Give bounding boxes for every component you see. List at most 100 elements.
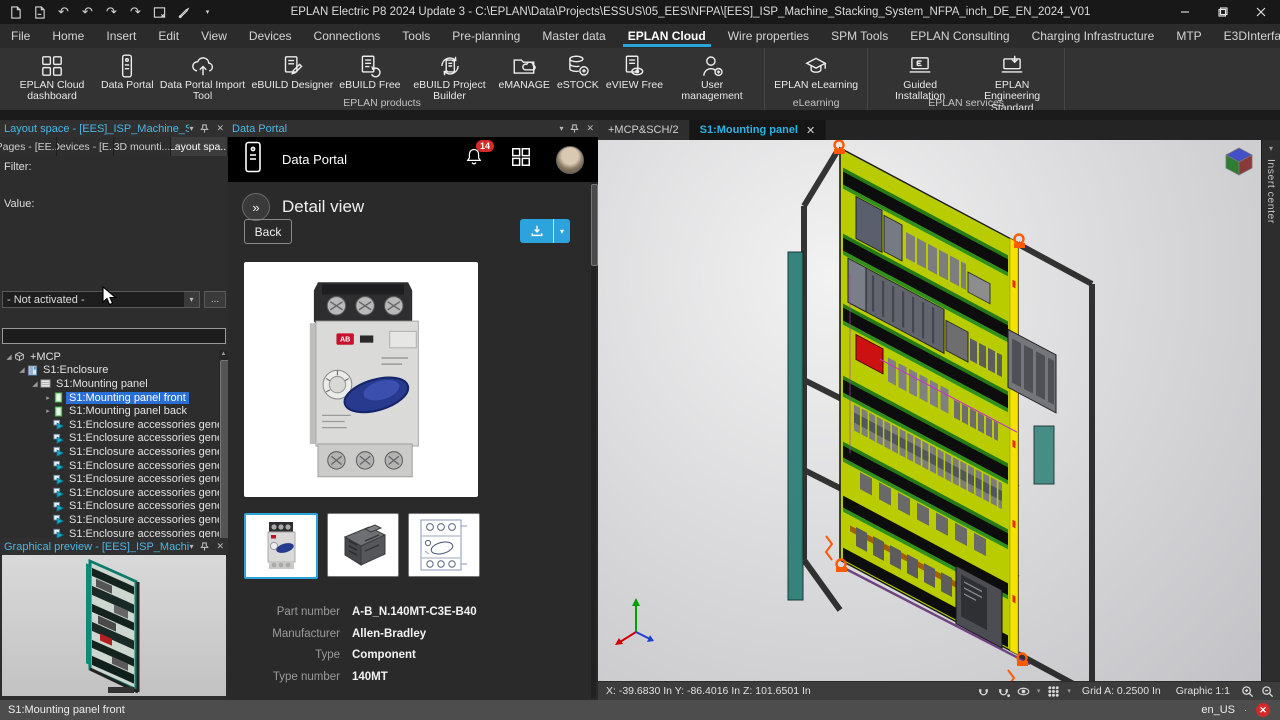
layer-visibility-icon[interactable] — [1017, 685, 1030, 698]
menu-tab[interactable]: EPLAN Cloud — [617, 24, 717, 48]
tree-item[interactable]: S1:Enclosure accessories general — [0, 432, 219, 446]
download-icon[interactable] — [520, 219, 554, 243]
menu-tab[interactable]: View — [190, 24, 238, 48]
chevron-down-icon[interactable]: ▾ — [184, 292, 199, 307]
ribbon-button[interactable]: Data Portal — [98, 51, 157, 104]
ribbon-button[interactable]: EPLAN Cloud dashboard — [6, 51, 98, 104]
close-button[interactable] — [1242, 0, 1280, 24]
viewport-tab[interactable]: S1:Mounting panel ✕ — [690, 120, 827, 140]
menu-tab[interactable]: Home — [41, 24, 95, 48]
open-page-icon[interactable] — [32, 5, 47, 20]
menu-tab[interactable]: Devices — [238, 24, 303, 48]
menu-tab[interactable]: Charging Infrastructure — [1021, 24, 1166, 48]
panel-menu-caret-icon[interactable]: ▾ — [189, 542, 193, 551]
menu-tab[interactable]: Insert — [95, 24, 147, 48]
tree-item[interactable]: S1:Enclosure accessories general — [0, 445, 219, 459]
download-split-button[interactable]: ▾ — [520, 219, 570, 243]
ribbon-button[interactable]: eSTOCK — [553, 51, 603, 104]
thumbnail-3d-model[interactable] — [327, 513, 399, 577]
tree-expander-icon[interactable]: ▸ — [43, 407, 53, 415]
tree-expander-icon[interactable]: ◢ — [17, 366, 27, 374]
preview-3d-thumbnail[interactable] — [2, 555, 226, 696]
filter-more-button[interactable]: ... — [204, 291, 226, 308]
language-indicator[interactable]: en_US — [1201, 704, 1235, 716]
scroll-up-icon[interactable]: ▲ — [219, 351, 228, 357]
menu-tab[interactable]: Master data — [531, 24, 616, 48]
value-input[interactable] — [2, 328, 226, 344]
snap-magnet-icon[interactable] — [977, 685, 990, 698]
tool-icon[interactable] — [176, 5, 191, 20]
close-panel-icon[interactable]: ✕ — [216, 123, 224, 134]
ribbon-button[interactable]: eMANAGE — [496, 51, 553, 104]
ribbon-button[interactable]: eBUILD Designer — [249, 51, 337, 104]
tree-item[interactable]: S1:Enclosure accessories general — [0, 472, 219, 486]
navigator-tab[interactable]: Layout spa... — [171, 137, 228, 156]
ribbon-button[interactable]: Data Portal Import Tool — [157, 51, 249, 104]
menu-tab[interactable]: Pre-planning — [441, 24, 531, 48]
menu-tab[interactable]: Edit — [147, 24, 190, 48]
collapse-detail-button[interactable]: » — [242, 193, 270, 221]
menu-tab[interactable]: EPLAN Consulting — [899, 24, 1020, 48]
tree-item[interactable]: S1:Enclosure accessories general — [0, 500, 219, 514]
toolbar-options-caret-icon[interactable]: ▾ — [200, 5, 215, 20]
thumbnail-drawing[interactable] — [408, 513, 480, 577]
tree-item[interactable]: ◢ +MCP — [0, 350, 219, 364]
tree-expander-icon[interactable]: ◢ — [4, 353, 14, 361]
zoom-in-icon[interactable] — [1241, 685, 1254, 698]
menu-tab[interactable]: MTP — [1165, 24, 1212, 48]
tree-item[interactable]: S1:Enclosure accessories general — [0, 459, 219, 473]
tree-item[interactable]: S1:Enclosure accessories general — [0, 486, 219, 500]
undo-list-icon[interactable]: ↶ — [56, 5, 71, 20]
pin-icon[interactable] — [200, 542, 209, 551]
tree-item[interactable]: ▸ S1:Mounting panel front — [0, 391, 219, 405]
user-avatar[interactable] — [556, 146, 584, 174]
undo-icon[interactable]: ↶ — [80, 5, 95, 20]
redo-icon[interactable]: ↷ — [104, 5, 119, 20]
message-error-icon[interactable]: ✕ — [1256, 703, 1270, 717]
ribbon-button[interactable]: EPLAN eLearning — [771, 51, 861, 92]
tree-item[interactable]: ▸ S1:Mounting panel back — [0, 404, 219, 418]
download-options-caret-icon[interactable]: ▾ — [554, 219, 570, 243]
menu-tab[interactable]: File — [0, 24, 41, 48]
menu-tab[interactable]: SPM Tools — [820, 24, 899, 48]
thumbnail-photo[interactable] — [244, 513, 318, 579]
menu-tab[interactable]: Wire properties — [717, 24, 820, 48]
expand-panel-caret-icon[interactable]: ▾ — [1269, 144, 1273, 153]
chevron-down-icon[interactable]: ▾ — [1037, 687, 1041, 695]
ribbon-button[interactable]: eBUILD Free — [336, 51, 403, 104]
grid-toggle-icon[interactable] — [1047, 685, 1060, 698]
menu-tab[interactable]: Connections — [303, 24, 392, 48]
close-panel-icon[interactable]: ✕ — [216, 541, 224, 552]
ribbon-button[interactable]: User management — [666, 51, 758, 104]
viewport-tab[interactable]: +MCP&SCH/2 ✕ — [598, 120, 690, 140]
pin-icon[interactable] — [200, 124, 209, 133]
3d-viewport[interactable] — [598, 140, 1262, 682]
ribbon-button[interactable]: eVIEW Free — [603, 51, 666, 104]
filter-dropdown[interactable]: - Not activated - ▾ — [2, 291, 200, 308]
back-button[interactable]: Back — [244, 219, 292, 244]
coordinate-box-icon[interactable] — [152, 5, 167, 20]
pin-icon[interactable] — [570, 124, 579, 133]
notifications-button[interactable]: 14 — [464, 147, 484, 172]
object-snap-icon[interactable] — [997, 685, 1010, 698]
navigator-tab[interactable]: Pages - [EE... — [0, 137, 57, 156]
menu-tab[interactable]: E3DInterface — [1213, 24, 1280, 48]
close-tab-icon[interactable]: ✕ — [806, 124, 815, 137]
tree-item[interactable]: S1:Enclosure accessories general — [0, 513, 219, 527]
apps-grid-icon[interactable] — [510, 146, 532, 173]
new-page-icon[interactable] — [8, 5, 23, 20]
zoom-out-icon[interactable] — [1261, 685, 1274, 698]
redo-list-icon[interactable]: ↷ — [128, 5, 143, 20]
tree-item[interactable]: ◢ S1:Enclosure — [0, 364, 219, 378]
restore-button[interactable] — [1204, 0, 1242, 24]
close-panel-icon[interactable]: ✕ — [586, 123, 594, 134]
tree-expander-icon[interactable]: ▸ — [43, 394, 53, 402]
navigator-tab[interactable]: 3D mounti... — [114, 137, 171, 156]
tree-item[interactable]: S1:Enclosure accessories general — [0, 418, 219, 432]
tree-expander-icon[interactable]: ◢ — [30, 380, 40, 388]
ribbon-button[interactable]: eBUILD Project Builder — [404, 51, 496, 104]
insert-center-collapsed-panel[interactable]: ▾ Insert center — [1261, 140, 1280, 682]
tree-item[interactable]: ◢ S1:Mounting panel — [0, 377, 219, 391]
chevron-down-icon[interactable]: ▾ — [1067, 687, 1071, 695]
menu-tab[interactable]: Tools — [391, 24, 441, 48]
